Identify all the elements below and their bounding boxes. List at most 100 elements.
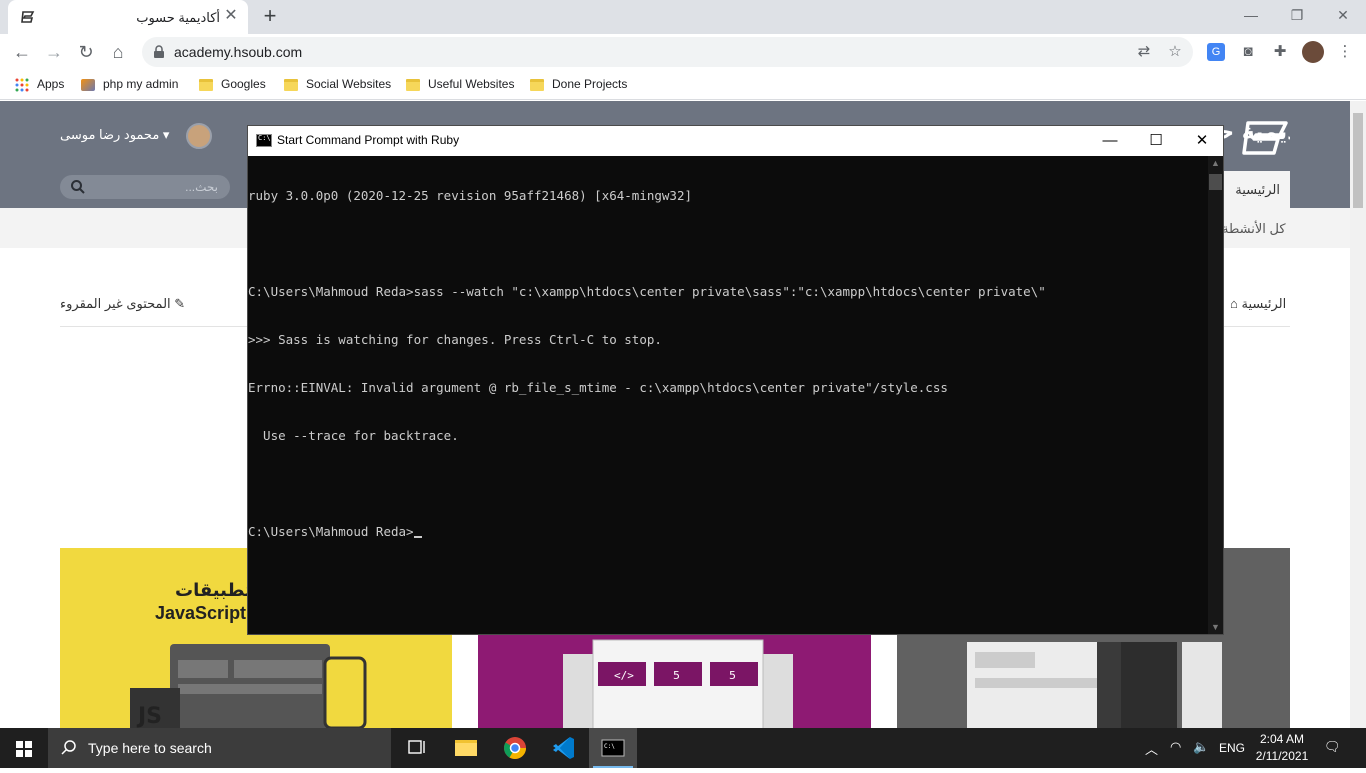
unread-label: المحتوى غير المقروء	[60, 296, 171, 311]
dev-tools-illustration-icon	[967, 642, 1222, 728]
profile-avatar[interactable]	[1302, 41, 1324, 63]
taskbar-search-box[interactable]: Type here to search	[48, 728, 391, 768]
camera-extension-icon[interactable]: ◙	[1239, 43, 1257, 61]
folder-icon	[199, 78, 213, 91]
bookmark-folder-done[interactable]: Done Projects	[530, 76, 627, 94]
bookmark-label: Apps	[37, 77, 65, 91]
url-text: academy.hsoub.com	[174, 44, 303, 60]
cmd-maximize-button[interactable]: ☐	[1133, 126, 1179, 156]
tab-close-icon[interactable]: ✕	[222, 7, 240, 25]
browser-tab-active[interactable]: أكاديمية حسوب ✕	[8, 0, 248, 34]
text-cursor	[413, 536, 422, 538]
nav-tab-label: الرئيسية	[1235, 182, 1280, 197]
chrome-taskbar-icon[interactable]	[491, 728, 539, 768]
breadcrumb[interactable]: الرئيسية ⌂	[1230, 296, 1286, 312]
folder-icon	[284, 78, 298, 91]
cmd-title: Start Command Prompt with Ruby	[277, 133, 460, 147]
page-scrollbar[interactable]	[1350, 101, 1366, 728]
reload-button[interactable]: ↻	[73, 39, 99, 65]
restore-button[interactable]: ❐	[1274, 0, 1320, 30]
html-illustration-icon: </> 5 5	[563, 639, 793, 728]
windows-start-icon[interactable]	[0, 728, 48, 768]
scrollbar-thumb[interactable]	[1353, 113, 1363, 208]
card-title-line2: JavaScript	[155, 603, 247, 623]
cmd-close-button[interactable]: ✕	[1179, 126, 1225, 156]
tab-title: أكاديمية حسوب	[136, 10, 220, 25]
back-button[interactable]: ←	[9, 39, 35, 65]
clock-date: 2/11/2021	[1255, 749, 1309, 763]
cmd-console-output[interactable]: ruby 3.0.0p0 (2020-12-25 revision 95aff2…	[248, 156, 1208, 634]
bookmark-label: php my admin	[103, 77, 179, 91]
console-line: Use --trace for backtrace.	[248, 428, 459, 443]
avatar[interactable]	[186, 123, 212, 149]
translate-icon[interactable]: ⇄	[1135, 43, 1153, 61]
wifi-icon[interactable]: ◠	[1170, 739, 1181, 755]
volume-icon[interactable]: 🔈	[1193, 739, 1209, 755]
bookmark-label: Done Projects	[552, 77, 628, 91]
system-clock[interactable]: 2:04 AM 2/11/2021	[1252, 731, 1312, 765]
console-line: >>> Sass is watching for changes. Press …	[248, 332, 662, 347]
language-indicator[interactable]: ENG	[1219, 741, 1245, 755]
bookmark-apps[interactable]: Apps	[15, 76, 64, 94]
folder-icon	[530, 78, 544, 91]
search-icon[interactable]	[70, 179, 86, 195]
cmd-icon	[256, 134, 272, 147]
phpmyadmin-icon	[81, 78, 95, 91]
console-line: Errno::EINVAL: Invalid argument @ rb_fil…	[248, 380, 948, 395]
minimize-button[interactable]: —	[1228, 0, 1274, 30]
extensions-puzzle-icon[interactable]: ✚	[1271, 43, 1289, 61]
browser-toolbar: ← → ↻ ⌂ academy.hsoub.com ⇄ ☆ G ◙ ✚ ⋮	[0, 34, 1366, 70]
console-line: C:\Users\Mahmoud Reda>sass --watch "c:\x…	[248, 284, 1046, 299]
scroll-down-arrow-icon[interactable]: ▼	[1208, 620, 1223, 634]
cmd-titlebar[interactable]: Start Command Prompt with Ruby — ☐ ✕	[248, 126, 1223, 156]
cmd-minimize-button[interactable]: —	[1087, 126, 1133, 156]
unread-content-link[interactable]: ✎ المحتوى غير المقروء	[60, 296, 185, 312]
google-translate-extension-icon[interactable]: G	[1207, 43, 1225, 61]
chrome-menu-icon[interactable]: ⋮	[1336, 43, 1354, 61]
svg-text:5: 5	[729, 669, 736, 682]
cmd-taskbar-icon[interactable]: C:\	[589, 728, 637, 768]
task-view-icon[interactable]	[393, 728, 441, 768]
new-tab-button[interactable]: +	[258, 5, 282, 29]
all-activities-link[interactable]: كل الأنشطة	[1222, 221, 1286, 237]
notifications-icon[interactable]: 🗨	[1324, 739, 1341, 755]
cmd-scrollbar-thumb[interactable]	[1209, 174, 1222, 190]
clock-time: 2:04 AM	[1259, 732, 1305, 746]
bookmark-phpmyadmin[interactable]: php my admin	[81, 76, 178, 94]
file-explorer-icon[interactable]	[442, 728, 490, 768]
cmd-scrollbar[interactable]: ▲ ▼	[1208, 156, 1223, 634]
svg-text:5: 5	[673, 669, 680, 682]
bookmark-label: Social Websites	[306, 77, 392, 91]
show-hidden-icons-chevron-icon[interactable]: ︿	[1145, 739, 1158, 758]
user-name: محمود رضا موسى	[60, 127, 160, 142]
javascript-illustration-icon: JS	[130, 644, 367, 728]
bookmark-star-icon[interactable]: ☆	[1166, 43, 1184, 61]
address-bar[interactable]: academy.hsoub.com ⇄ ☆	[142, 37, 1193, 67]
bookmark-folder-googles[interactable]: Googles	[199, 76, 266, 94]
close-window-button[interactable]: ✕	[1320, 0, 1366, 30]
bookmark-folder-useful[interactable]: Useful Websites	[406, 76, 514, 94]
svg-text:C:\: C:\	[604, 743, 615, 750]
command-prompt-window[interactable]: Start Command Prompt with Ruby — ☐ ✕ rub…	[247, 125, 1224, 635]
browser-tab-strip: أكاديمية حسوب ✕ + — ❐ ✕	[0, 0, 1366, 34]
console-prompt-line[interactable]: C:\Users\Mahmoud Reda>	[248, 524, 1208, 540]
forward-button[interactable]: →	[41, 39, 67, 65]
home-icon[interactable]: ⌂	[105, 39, 131, 65]
taskbar-search-text: Type here to search	[88, 740, 212, 756]
vscode-taskbar-icon[interactable]	[540, 728, 588, 768]
windows-taskbar: Type here to search C:\ ︿ ◠ 🔈 ENG 2:04 A…	[0, 728, 1366, 768]
nav-tab-home[interactable]: الرئيسية	[1217, 171, 1290, 208]
user-menu[interactable]: ▾ محمود رضا موسى	[60, 127, 169, 143]
bookmark-label: Googles	[221, 77, 266, 91]
search-placeholder: بحث...	[185, 180, 218, 194]
site-search-input[interactable]: بحث...	[60, 175, 230, 199]
breadcrumb-home-label: الرئيسية	[1241, 296, 1287, 311]
bookmark-folder-social[interactable]: Social Websites	[284, 76, 391, 94]
scroll-up-arrow-icon[interactable]: ▲	[1208, 156, 1223, 170]
bookmarks-bar: Apps php my admin Googles Social Website…	[0, 70, 1366, 100]
apps-grid-icon	[15, 78, 29, 92]
svg-text:</>: </>	[614, 669, 634, 682]
folder-icon	[406, 78, 420, 91]
